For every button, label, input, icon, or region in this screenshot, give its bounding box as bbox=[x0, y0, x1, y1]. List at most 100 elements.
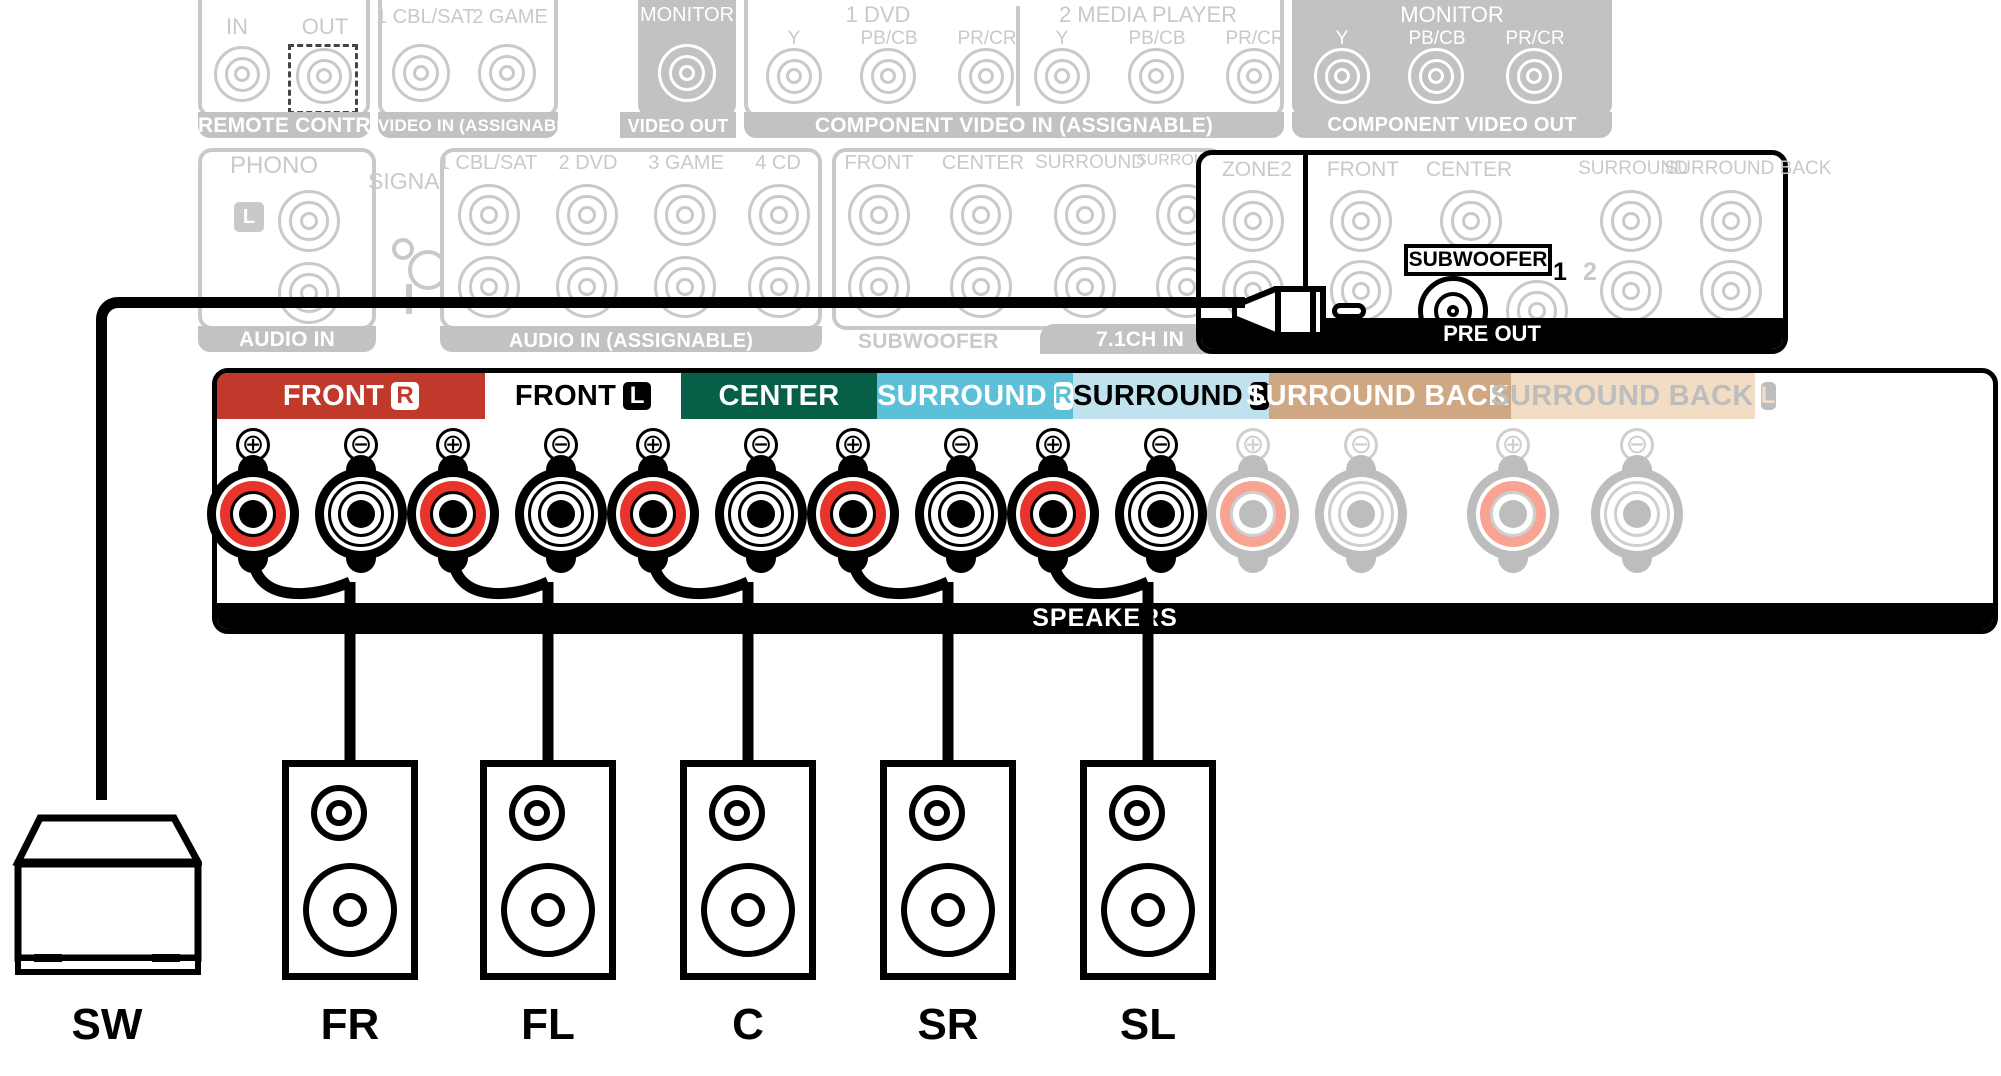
speaker-header-surround-back-l: SURROUND BACK L bbox=[1490, 373, 1776, 419]
rca-jack-video-in-2[interactable] bbox=[478, 44, 536, 102]
channel-badge-l: L bbox=[234, 202, 264, 232]
binding-post-surround-l-plus[interactable] bbox=[1007, 455, 1099, 573]
subwoofer-icon bbox=[12, 814, 204, 975]
jack-label-remote-in: IN bbox=[226, 14, 248, 39]
rca-jack-71-surround-top[interactable] bbox=[1054, 184, 1116, 246]
woofer-sr bbox=[901, 863, 995, 957]
jack-label-zone2: ZONE2 bbox=[1221, 158, 1292, 181]
rca-jack-71-front-bottom[interactable] bbox=[848, 256, 910, 318]
cable-subwoofer-v bbox=[96, 330, 107, 800]
binding-post-surround-l-minus[interactable] bbox=[1115, 455, 1207, 573]
rca-jack-preout-surround-top[interactable] bbox=[1600, 190, 1662, 252]
speaker-header-front-l: FRONT L bbox=[485, 373, 681, 419]
binding-post-front-l-plus[interactable] bbox=[407, 455, 499, 573]
rca-plug-subwoofer bbox=[1232, 286, 1366, 338]
jack-label-ai-1: 1 CBL/SAT bbox=[438, 152, 538, 174]
cable-subwoofer-h-right bbox=[1105, 297, 1245, 308]
group-label-audio-in: AUDIO IN bbox=[238, 328, 336, 351]
rca-jack-ai-4-top[interactable] bbox=[748, 184, 810, 246]
rca-jack-cvi1-y[interactable] bbox=[766, 48, 822, 104]
jack-label-cvo-pr: PR/CR bbox=[1505, 28, 1565, 49]
rca-jack-ai-1-bottom[interactable] bbox=[458, 256, 520, 318]
rca-jack-ai-2-top[interactable] bbox=[556, 184, 618, 246]
rca-jack-video-out-monitor[interactable] bbox=[658, 44, 716, 102]
group-label-audio-in-assignable: AUDIO IN (ASSIGNABLE) bbox=[508, 330, 754, 352]
rca-jack-cvi2-pb[interactable] bbox=[1128, 48, 1184, 104]
jack-label-ai-2: 2 DVD bbox=[558, 152, 618, 174]
badge-l: L bbox=[623, 382, 652, 410]
tweeter-fl bbox=[509, 785, 565, 841]
rca-jack-cvi2-pr[interactable] bbox=[1226, 48, 1282, 104]
rca-jack-cvo-y[interactable] bbox=[1314, 48, 1370, 104]
tweeter-sl bbox=[1109, 785, 1165, 841]
binding-post-surround-back-l-minus[interactable] bbox=[1591, 455, 1683, 573]
rca-jack-cvo-pb[interactable] bbox=[1408, 48, 1464, 104]
rca-jack-preout-center-top[interactable] bbox=[1440, 190, 1502, 252]
rca-jack-ai-1-top[interactable] bbox=[458, 184, 520, 246]
jack-label-preout-center: CENTER bbox=[1425, 158, 1513, 181]
jack-label-cvi2-y: Y bbox=[1055, 28, 1069, 49]
device-speaker-c bbox=[680, 760, 816, 980]
rca-jack-cvo-pr[interactable] bbox=[1506, 48, 1562, 104]
binding-post-center-plus[interactable] bbox=[607, 455, 699, 573]
binding-post-surround-r-plus[interactable] bbox=[807, 455, 899, 573]
rca-jack-ai-3-bottom[interactable] bbox=[654, 256, 716, 318]
rca-jack-71-surround-bottom[interactable] bbox=[1054, 256, 1116, 318]
device-caption-fl: FL bbox=[521, 1000, 575, 1049]
rca-jack-remote-in[interactable] bbox=[214, 46, 270, 102]
rca-jack-preout-front-top[interactable] bbox=[1330, 190, 1392, 252]
device-caption-fr: FR bbox=[320, 1000, 380, 1049]
rca-jack-zone2-top[interactable] bbox=[1222, 190, 1284, 252]
rca-jack-preout-sback-top[interactable] bbox=[1700, 190, 1762, 252]
device-subwoofer bbox=[12, 784, 204, 975]
rca-jack-ai-4-bottom[interactable] bbox=[748, 256, 810, 318]
subwoofer-port-1-label: 1 bbox=[1553, 258, 1567, 286]
device-caption-sr: SR bbox=[917, 1000, 979, 1049]
binding-post-surround-r-minus[interactable] bbox=[915, 455, 1007, 573]
plug-taper-icon bbox=[1232, 286, 1281, 338]
rca-jack-phono-r[interactable] bbox=[278, 262, 340, 324]
rca-jack-preout-surround-bottom[interactable] bbox=[1600, 260, 1662, 322]
badge-r: R bbox=[1053, 382, 1073, 410]
speaker-header-center: CENTER bbox=[681, 373, 877, 419]
rca-jack-ai-2-bottom[interactable] bbox=[556, 256, 618, 318]
rca-jack-71-center-top[interactable] bbox=[950, 184, 1012, 246]
rca-jack-cvi1-pr[interactable] bbox=[958, 48, 1014, 104]
binding-post-surround-back-r-plus[interactable] bbox=[1207, 455, 1299, 573]
tweeter-sr bbox=[909, 785, 965, 841]
speaker-header-front-r: FRONT R bbox=[217, 373, 485, 419]
device-speaker-sr bbox=[880, 760, 1016, 980]
group-label-subwoofer-in: SUBWOOFER bbox=[858, 330, 999, 353]
rca-jack-cvi1-pb[interactable] bbox=[860, 48, 916, 104]
rca-jack-71-center-bottom[interactable] bbox=[950, 256, 1012, 318]
speakers-bar-label: SPEAKERS bbox=[217, 603, 1993, 629]
woofer-fr bbox=[303, 863, 397, 957]
cable-subwoofer-h-main bbox=[118, 297, 1108, 308]
group-label-remote-control: REMOTE CONTROL bbox=[198, 114, 401, 137]
binding-post-front-r-minus[interactable] bbox=[315, 455, 407, 573]
rca-jack-preout-sback-bottom[interactable] bbox=[1700, 260, 1762, 322]
binding-post-front-r-plus[interactable] bbox=[207, 455, 299, 573]
speaker-header-surround-back-r: SURROUND BACKR bbox=[1246, 373, 1534, 419]
binding-post-center-minus[interactable] bbox=[715, 455, 807, 573]
device-speaker-fr bbox=[282, 760, 418, 980]
binding-post-front-l-minus[interactable] bbox=[515, 455, 607, 573]
rca-jack-cvi2-y[interactable] bbox=[1034, 48, 1090, 104]
jack-label-preout-surround-back: SURROUND BACK bbox=[1664, 158, 1832, 179]
subgroup-label-cvi-2-media-player: 2 MEDIA PLAYER bbox=[1058, 2, 1238, 27]
jack-label-remote-out: OUT bbox=[301, 14, 349, 39]
device-caption-sl: SL bbox=[1119, 1000, 1177, 1049]
binding-post-surround-back-l-plus[interactable] bbox=[1467, 455, 1559, 573]
speaker-header-surround-l: SURROUND L bbox=[1073, 373, 1269, 419]
binding-post-surround-back-r-minus[interactable] bbox=[1315, 455, 1407, 573]
speaker-channel-header-row: FRONT R FRONT L CENTER SURROUND R SURROUND L… bbox=[217, 373, 1993, 419]
rca-jack-71-front-top[interactable] bbox=[848, 184, 910, 246]
rca-jack-video-in-1[interactable] bbox=[392, 44, 450, 102]
subgroup-label-cvi-1-dvd: 1 DVD bbox=[845, 2, 911, 27]
rca-jack-ai-3-top[interactable] bbox=[654, 184, 716, 246]
subgroup-label-cvo-monitor: MONITOR bbox=[1400, 2, 1504, 27]
device-caption-c: C bbox=[732, 1000, 764, 1049]
rca-jack-phono-l[interactable] bbox=[278, 190, 340, 252]
rca-jack-remote-out[interactable] bbox=[296, 48, 352, 104]
subwoofer-port-2-label: 2 bbox=[1583, 258, 1597, 286]
